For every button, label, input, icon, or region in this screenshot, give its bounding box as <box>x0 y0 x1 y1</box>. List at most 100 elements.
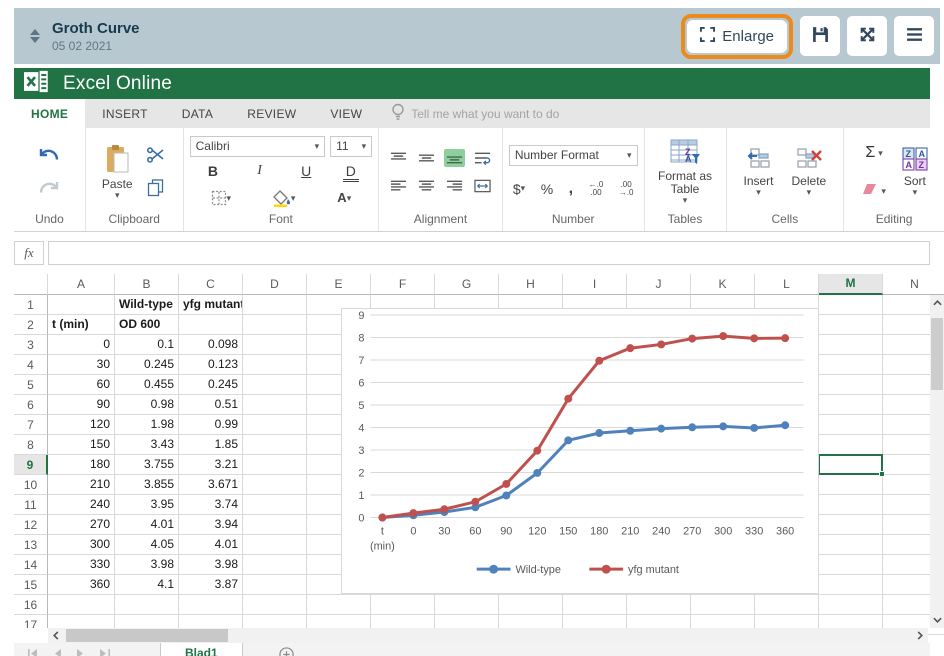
cell-J16[interactable] <box>627 595 691 615</box>
cell-C14[interactable]: 3.98 <box>179 555 243 575</box>
cell-E16[interactable] <box>307 595 371 615</box>
cell-M1[interactable] <box>819 295 883 315</box>
cell-M3[interactable] <box>819 335 883 355</box>
cell-A12[interactable]: 270 <box>48 515 115 535</box>
cell-A7[interactable]: 120 <box>48 415 115 435</box>
cell-D7[interactable] <box>243 415 307 435</box>
align-right-button[interactable] <box>444 177 465 195</box>
cell-C11[interactable]: 3.74 <box>179 495 243 515</box>
cell-C1[interactable]: yfg mutant <box>179 295 243 315</box>
row-header-14[interactable]: 14 <box>14 555 48 575</box>
collapse-icon[interactable] <box>28 29 42 43</box>
cell-D10[interactable] <box>243 475 307 495</box>
cell-M10[interactable] <box>819 475 883 495</box>
cell-B9[interactable]: 3.755 <box>115 455 179 475</box>
align-left-button[interactable] <box>388 177 409 195</box>
fill-color-button[interactable]: ▾ <box>271 188 298 209</box>
column-header-A[interactable]: A <box>48 274 115 295</box>
cell-B6[interactable]: 0.98 <box>115 395 179 415</box>
cell-M11[interactable] <box>819 495 883 515</box>
format-as-table-button[interactable]: Format as Table ▾ <box>649 170 721 205</box>
cell-B7[interactable]: 1.98 <box>115 415 179 435</box>
menu-button[interactable] <box>894 16 934 56</box>
cell-D1[interactable] <box>243 295 307 315</box>
comma-button[interactable]: , <box>567 178 575 200</box>
save-button[interactable] <box>800 16 840 56</box>
cell-D8[interactable] <box>243 435 307 455</box>
cell-B8[interactable]: 3.43 <box>115 435 179 455</box>
fill-handle[interactable] <box>879 471 885 477</box>
cell-D6[interactable] <box>243 395 307 415</box>
copy-button[interactable] <box>145 177 166 199</box>
enlarge-button[interactable]: Enlarge <box>687 19 787 53</box>
autosum-button[interactable]: Σ ▾ <box>863 142 884 164</box>
cell-B3[interactable]: 0.1 <box>115 335 179 355</box>
cell-B14[interactable]: 3.98 <box>115 555 179 575</box>
cell-A16[interactable] <box>48 595 115 615</box>
underline-button[interactable]: U <box>296 163 316 182</box>
row-header-11[interactable]: 11 <box>14 495 48 515</box>
tab-insert[interactable]: INSERT <box>85 99 165 128</box>
row-header-12[interactable]: 12 <box>14 515 48 535</box>
cell-B1[interactable]: Wild-type <box>115 295 179 315</box>
row-header-5[interactable]: 5 <box>14 375 48 395</box>
cell-C13[interactable]: 4.01 <box>179 535 243 555</box>
scroll-down-arrow[interactable] <box>930 612 944 628</box>
cut-button[interactable] <box>145 145 167 165</box>
italic-button[interactable]: I <box>250 163 270 182</box>
scroll-right-arrow[interactable] <box>912 628 928 643</box>
cell-K16[interactable] <box>691 595 755 615</box>
cell-M15[interactable] <box>819 575 883 595</box>
cell-B5[interactable]: 0.455 <box>115 375 179 395</box>
cell-C10[interactable]: 3.671 <box>179 475 243 495</box>
column-header-M[interactable]: M <box>819 274 883 295</box>
cell-M6[interactable] <box>819 395 883 415</box>
cell-L16[interactable] <box>755 595 819 615</box>
cell-H16[interactable] <box>499 595 563 615</box>
align-bottom-button[interactable] <box>443 149 465 167</box>
number-format-select[interactable]: Number Format ▾ <box>508 144 638 166</box>
cell-A5[interactable]: 60 <box>48 375 115 395</box>
row-header-15[interactable]: 15 <box>14 575 48 595</box>
row-header-3[interactable]: 3 <box>14 335 48 355</box>
formula-input[interactable] <box>48 241 930 265</box>
row-header-8[interactable]: 8 <box>14 435 48 455</box>
redo-button[interactable] <box>36 178 62 199</box>
cell-B2[interactable]: OD 600 <box>115 315 179 335</box>
font-size-select[interactable]: 11 ▾ <box>330 135 373 157</box>
cell-M12[interactable] <box>819 515 883 535</box>
double-underline-button[interactable]: D <box>342 163 359 182</box>
column-header-G[interactable]: G <box>435 274 499 295</box>
cell-B16[interactable] <box>115 595 179 615</box>
currency-button[interactable]: $ ▾ <box>511 179 527 199</box>
cell-C3[interactable]: 0.098 <box>179 335 243 355</box>
fx-button[interactable]: fx <box>14 241 44 265</box>
cell-A6[interactable]: 90 <box>48 395 115 415</box>
cell-C8[interactable]: 1.85 <box>179 435 243 455</box>
last-sheet-icon[interactable] <box>100 645 110 656</box>
cell-D12[interactable] <box>243 515 307 535</box>
font-color-button[interactable]: A ▾ <box>335 190 353 206</box>
cell-M5[interactable] <box>819 375 883 395</box>
cell-M2[interactable] <box>819 315 883 335</box>
cell-G16[interactable] <box>435 595 499 615</box>
add-sheet-button[interactable] <box>279 646 294 656</box>
row-header-7[interactable]: 7 <box>14 415 48 435</box>
column-header-I[interactable]: I <box>563 274 627 295</box>
cell-C4[interactable]: 0.123 <box>179 355 243 375</box>
next-sheet-icon[interactable] <box>77 645 84 656</box>
merge-center-button[interactable] <box>472 177 493 195</box>
cell-A11[interactable]: 240 <box>48 495 115 515</box>
cell-D11[interactable] <box>243 495 307 515</box>
growth-chart[interactable]: 0 1 2 3 4 5 6 7 8 9 t (min) 0 30 60 90 120 150 180 210 240 27… <box>341 308 819 594</box>
column-header-E[interactable]: E <box>307 274 371 295</box>
font-name-select[interactable]: Calibri ▾ <box>189 135 326 157</box>
clear-button[interactable]: ▾ <box>860 180 888 202</box>
cell-A13[interactable]: 300 <box>48 535 115 555</box>
cell-B15[interactable]: 4.1 <box>115 575 179 595</box>
cell-C5[interactable]: 0.245 <box>179 375 243 395</box>
tab-view[interactable]: VIEW <box>313 99 379 128</box>
insert-cells-button[interactable]: Insert ▾ <box>744 147 774 197</box>
decrease-decimal-button[interactable]: .00 →.0 <box>617 179 636 199</box>
cell-M14[interactable] <box>819 555 883 575</box>
